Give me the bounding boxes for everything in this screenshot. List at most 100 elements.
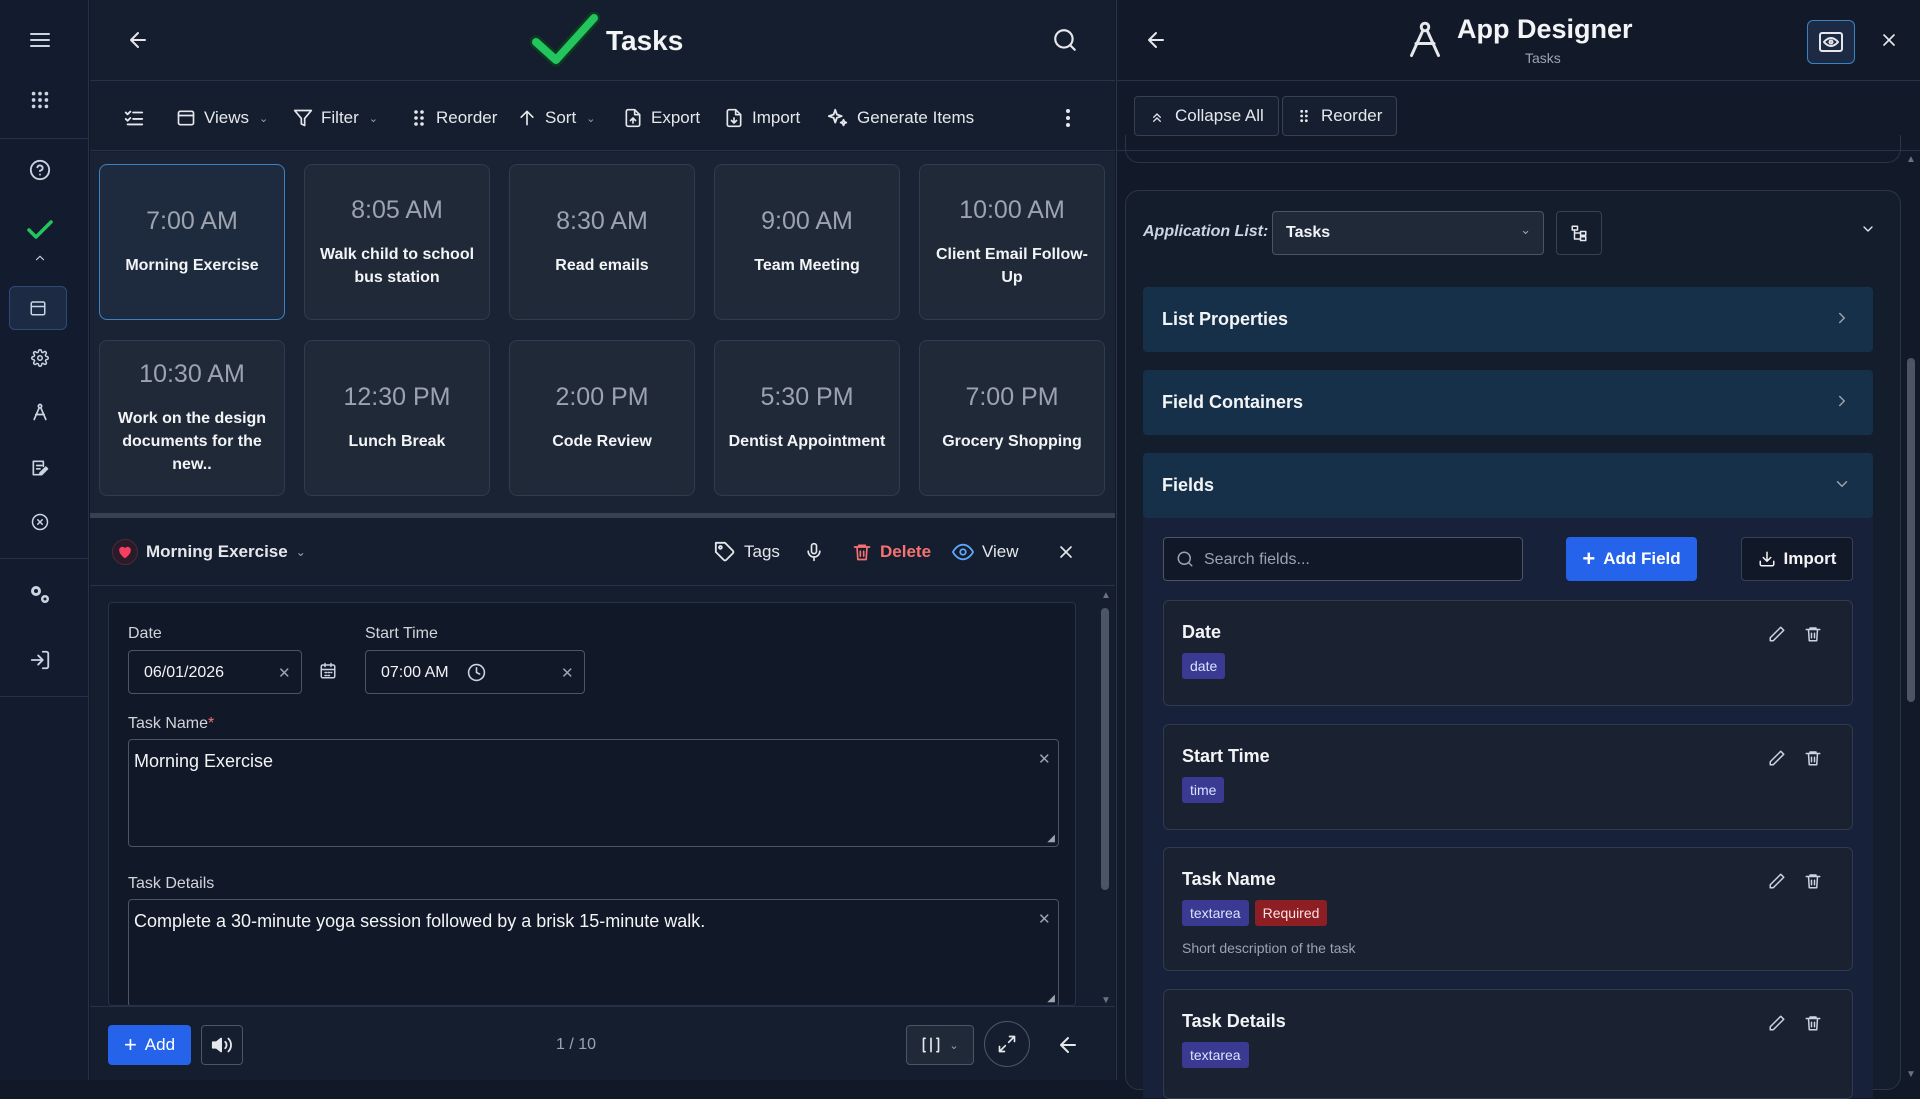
field-card-start-time[interactable]: Start Time time — [1163, 724, 1853, 830]
more-options-icon[interactable] — [1065, 106, 1071, 130]
edit-note-icon[interactable] — [22, 450, 58, 486]
task-card-time: 12:30 PM — [343, 383, 451, 411]
cancel-circle-icon[interactable] — [22, 504, 58, 540]
checklist-toggle-button[interactable] — [123, 106, 145, 130]
microphone-icon[interactable] — [804, 540, 824, 564]
trash-icon[interactable] — [1804, 749, 1822, 767]
field-card-task-name[interactable]: Task Name textarea Required Short descri… — [1163, 847, 1853, 971]
help-icon[interactable] — [22, 152, 58, 188]
reorder-button[interactable]: Reorder — [410, 106, 497, 130]
designer-compass-logo-icon — [1407, 19, 1443, 59]
delete-button[interactable]: Delete — [852, 540, 931, 564]
task-card[interactable]: 10:30 AM Work on the design documents for… — [99, 340, 285, 496]
task-card-name: Read emails — [555, 257, 649, 274]
back-arrow-bottom-icon[interactable] — [1056, 1033, 1080, 1057]
trash-icon[interactable] — [1804, 872, 1822, 890]
task-name-textarea[interactable]: Morning Exercise ✕ ◢ — [128, 739, 1059, 847]
field-card-task-details[interactable]: Task Details textarea — [1163, 989, 1853, 1099]
designer-scrollbar[interactable]: ▲ ▼ — [1903, 152, 1919, 1080]
designer-compass-icon[interactable] — [22, 394, 58, 430]
task-name-label-text: Task Name — [128, 715, 209, 732]
speaker-icon[interactable] — [201, 1025, 243, 1065]
app-list-select[interactable]: Tasks ⌄ — [1272, 211, 1544, 255]
clear-task-details-icon[interactable]: ✕ — [1038, 910, 1051, 928]
resize-grip-icon[interactable]: ◢ — [1047, 833, 1055, 844]
designer-reorder-button[interactable]: Reorder — [1282, 96, 1398, 136]
tags-button[interactable]: Tags — [714, 540, 780, 564]
preview-button[interactable] — [1807, 20, 1855, 64]
settings-gear-icon[interactable] — [22, 340, 58, 376]
task-card[interactable]: 8:30 AM Read emails — [509, 164, 695, 320]
collapse-list-chevron-icon[interactable] — [1860, 221, 1876, 237]
list-properties-section[interactable]: List Properties — [1143, 287, 1873, 352]
edit-pencil-icon[interactable] — [1768, 625, 1786, 643]
generate-items-button[interactable]: Generate Items — [827, 106, 974, 130]
task-card-time: 2:00 PM — [555, 383, 649, 411]
import-button[interactable]: Import — [724, 106, 800, 130]
designer-back-icon[interactable] — [1144, 28, 1168, 52]
tasks-logo: Tasks — [530, 12, 683, 70]
trash-icon[interactable] — [1804, 1014, 1822, 1032]
collapse-all-button[interactable]: Collapse All — [1134, 96, 1279, 136]
chevron-up-icon[interactable] — [22, 248, 58, 268]
task-card-name: Walk child to school bus station — [319, 245, 475, 286]
hamburger-menu-icon[interactable] — [22, 22, 58, 58]
task-card[interactable]: 7:00 PM Grocery Shopping — [919, 340, 1105, 496]
sign-in-icon[interactable] — [22, 642, 58, 678]
task-card[interactable]: 8:05 AM Walk child to school bus station — [304, 164, 490, 320]
advanced-settings-icon[interactable] — [22, 576, 58, 612]
designer-close-icon[interactable] — [1879, 30, 1899, 50]
field-containers-section[interactable]: Field Containers — [1143, 370, 1873, 435]
plus-icon: + — [123, 1032, 137, 1057]
checklist-icon — [124, 110, 144, 126]
edit-pencil-icon[interactable] — [1768, 749, 1786, 767]
close-detail-icon[interactable] — [1056, 540, 1076, 564]
task-card-name: Morning Exercise — [125, 257, 259, 274]
field-name: Task Name — [1182, 869, 1276, 889]
clear-time-icon[interactable]: ✕ — [561, 664, 574, 682]
task-card[interactable]: 9:00 AM Team Meeting — [714, 164, 900, 320]
clear-date-icon[interactable]: ✕ — [278, 664, 291, 682]
trash-icon[interactable] — [1804, 625, 1822, 643]
detail-title-dropdown[interactable]: Morning Exercise ⌄ — [112, 539, 306, 565]
clear-task-name-icon[interactable]: ✕ — [1038, 750, 1051, 768]
task-card[interactable]: 10:00 AM Client Email Follow-Up — [919, 164, 1105, 320]
tasks-check-icon[interactable] — [22, 212, 58, 248]
field-card-date[interactable]: Date date — [1163, 600, 1853, 706]
expand-icon[interactable] — [984, 1021, 1030, 1067]
hierarchy-button[interactable] — [1556, 211, 1602, 255]
layout-split-dropdown[interactable]: ⌄ — [906, 1025, 974, 1065]
task-card-time: 10:30 AM — [139, 360, 245, 388]
task-card[interactable]: 7:00 AM Morning Exercise — [99, 164, 285, 320]
views-button[interactable]: Views ⌄ — [176, 106, 268, 130]
view-button[interactable]: View — [952, 540, 1019, 564]
search-fields-input[interactable]: Search fields... — [1163, 537, 1523, 581]
search-icon[interactable] — [1052, 27, 1078, 53]
edit-pencil-icon[interactable] — [1768, 872, 1786, 890]
clock-icon[interactable] — [467, 663, 486, 682]
back-arrow-icon[interactable] — [126, 28, 150, 52]
search-icon — [1176, 550, 1194, 568]
form-scrollbar[interactable]: ▲ ▼ — [1098, 590, 1112, 1006]
add-button[interactable]: + Add — [108, 1025, 191, 1065]
apps-grid-icon[interactable] — [22, 82, 58, 118]
list-properties-label: List Properties — [1162, 309, 1289, 329]
import-fields-button[interactable]: Import — [1741, 537, 1853, 581]
task-details-textarea[interactable]: Complete a 30-minute yoga session follow… — [128, 899, 1059, 1005]
task-card[interactable]: 5:30 PM Dentist Appointment — [714, 340, 900, 496]
task-card[interactable]: 12:30 PM Lunch Break — [304, 340, 490, 496]
task-card[interactable]: 2:00 PM Code Review — [509, 340, 695, 496]
export-button[interactable]: Export — [623, 106, 700, 130]
date-field[interactable]: 06/01/2026 ✕ — [128, 650, 302, 694]
rail-item-calendar[interactable] — [9, 286, 67, 330]
start-time-field[interactable]: 07:00 AM ✕ — [365, 650, 585, 694]
calendar-picker-icon[interactable] — [319, 662, 337, 680]
add-field-button[interactable]: + Add Field — [1566, 537, 1697, 581]
sort-button[interactable]: Sort ⌄ — [517, 106, 595, 130]
edit-pencil-icon[interactable] — [1768, 1014, 1786, 1032]
tasks-panel: Tasks Views ⌄ Filter ⌄ Reorder Sort ⌄ Expor… — [90, 0, 1115, 1080]
fields-section[interactable]: Fields — [1143, 453, 1873, 518]
collapse-icon — [1153, 113, 1161, 122]
filter-button[interactable]: Filter ⌄ — [293, 106, 378, 130]
resize-grip-icon[interactable]: ◢ — [1047, 993, 1055, 1004]
